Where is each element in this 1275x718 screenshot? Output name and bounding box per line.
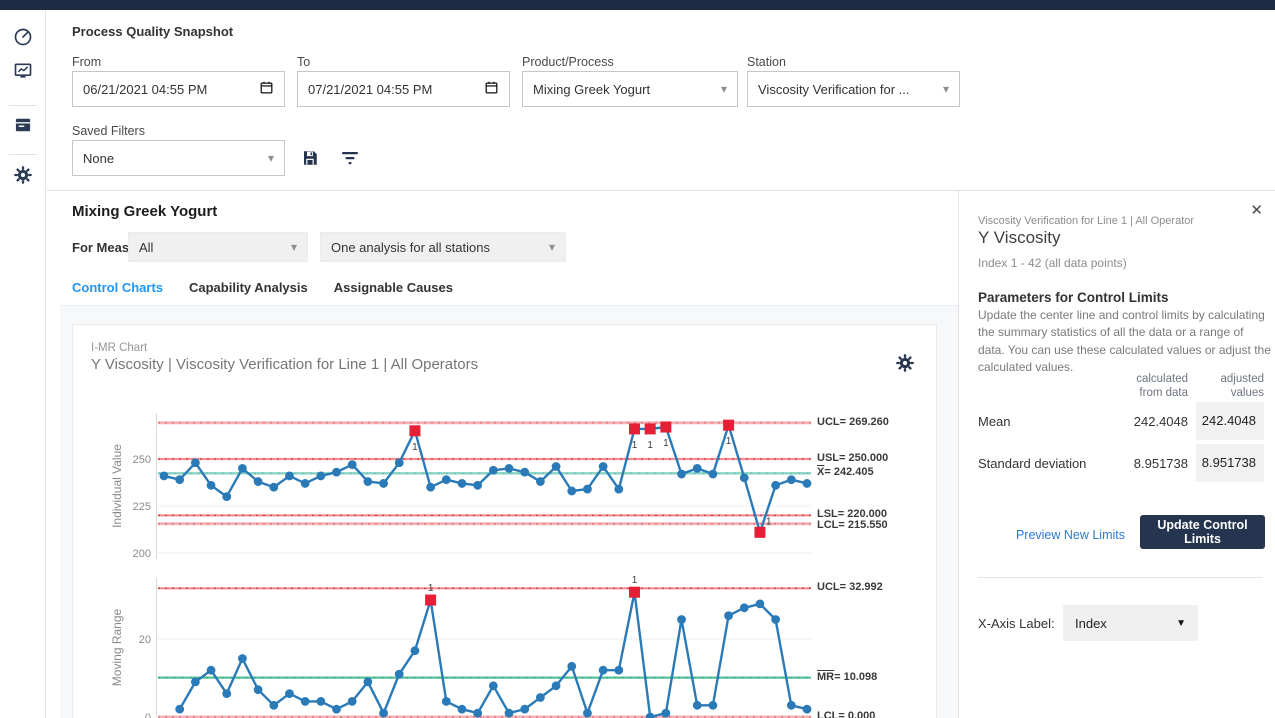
- svg-text:1: 1: [726, 436, 732, 447]
- preview-new-limits-link[interactable]: Preview New Limits: [1016, 528, 1125, 542]
- tab-assignable-causes[interactable]: Assignable Causes: [334, 280, 453, 308]
- chevron-down-icon: ▾: [268, 151, 274, 165]
- station-value: Viscosity Verification for ...: [758, 82, 943, 97]
- xaxis-select[interactable]: Index ▼: [1063, 605, 1198, 641]
- sidebar: [0, 10, 46, 718]
- xaxis-label: X-Axis Label:: [978, 616, 1055, 631]
- page-title: Process Quality Snapshot: [72, 24, 233, 39]
- sidebar-divider: [9, 154, 37, 155]
- analysis-mode-value: One analysis for all stations: [331, 240, 549, 255]
- svg-text:Moving Range: Moving Range: [110, 608, 124, 686]
- measure-value: All: [139, 240, 291, 255]
- saved-filters-label: Saved Filters: [72, 124, 145, 138]
- station-label: Station: [747, 55, 786, 69]
- svg-text:1: 1: [428, 583, 434, 594]
- column-header-calculated: calculatedfrom data: [1136, 373, 1188, 401]
- mean-row-label: Mean: [978, 414, 1011, 429]
- index-range-label: Index 1 - 42 (all data points): [978, 256, 1127, 270]
- chart-settings-gear-icon[interactable]: [895, 353, 915, 373]
- panel-breadcrumb: Viscosity Verification for Line 1 | All …: [978, 215, 1194, 227]
- svg-text:Individual Value: Individual Value: [110, 444, 124, 528]
- tab-control-charts[interactable]: Control Charts: [72, 280, 163, 308]
- top-bar: [0, 0, 1275, 10]
- chevron-down-icon: ▼: [1176, 618, 1186, 629]
- svg-text:20: 20: [139, 634, 151, 646]
- tab-bar: Control Charts Capability Analysis Assig…: [72, 280, 453, 308]
- svg-text:1: 1: [632, 440, 638, 451]
- archive-box-icon[interactable]: [13, 115, 33, 135]
- to-date-value: 07/21/2021 04:55 PM: [308, 82, 484, 97]
- svg-text:225: 225: [133, 501, 151, 513]
- from-date-value: 06/21/2021 04:55 PM: [83, 82, 259, 97]
- to-label: To: [297, 55, 310, 69]
- close-icon[interactable]: ✕: [1250, 201, 1263, 219]
- station-select[interactable]: Viscosity Verification for ... ▾: [747, 71, 960, 107]
- product-process-value: Mixing Greek Yogurt: [533, 82, 721, 97]
- panel-section-divider: [978, 577, 1262, 578]
- dashboard-gauge-icon[interactable]: [13, 27, 33, 47]
- from-label: From: [72, 55, 101, 69]
- limit-label-lcl: LCL= 215.550: [817, 519, 888, 531]
- svg-text:1: 1: [632, 575, 638, 586]
- update-control-limits-button[interactable]: Update Control Limits: [1140, 515, 1265, 549]
- analysis-mode-select[interactable]: One analysis for all stations ▾: [320, 232, 566, 262]
- process-quality-app: Process Quality Snapshot From 06/21/2021…: [0, 0, 1275, 718]
- product-process-label: Product/Process: [522, 55, 614, 69]
- imr-chart-plot: 250225200Individual Value111111200Moving…: [73, 325, 938, 718]
- xaxis-value: Index: [1075, 616, 1176, 631]
- stddev-adjusted-input[interactable]: 8.951738: [1196, 444, 1264, 482]
- svg-text:1: 1: [647, 440, 653, 451]
- svg-text:1: 1: [663, 438, 669, 449]
- mean-calculated-value: 242.4048: [1098, 414, 1188, 429]
- limit-label-ucl: UCL= 32.992: [817, 581, 883, 593]
- svg-text:250: 250: [133, 454, 151, 466]
- product-process-select[interactable]: Mixing Greek Yogurt ▾: [522, 71, 738, 107]
- chevron-down-icon: ▾: [549, 240, 555, 254]
- panel-title: Y Viscosity: [978, 228, 1061, 248]
- column-header-adjusted: adjustedvalues: [1221, 373, 1264, 401]
- filter-icon[interactable]: [341, 151, 359, 165]
- tab-capability-analysis[interactable]: Capability Analysis: [189, 280, 308, 308]
- calendar-icon[interactable]: [259, 80, 274, 98]
- stddev-row-label: Standard deviation: [978, 456, 1086, 471]
- calendar-icon[interactable]: [484, 80, 499, 98]
- chart-card: 250225200Individual Value111111200Moving…: [72, 324, 937, 718]
- svg-text:1: 1: [766, 516, 772, 527]
- limit-label-usl: USL= 250.000: [817, 452, 888, 464]
- parameters-section-title: Parameters for Control Limits: [978, 290, 1169, 305]
- sidebar-divider: [9, 105, 37, 106]
- svg-text:1: 1: [412, 442, 418, 453]
- monitor-chart-icon[interactable]: [13, 61, 33, 81]
- saved-filters-select[interactable]: None ▾: [72, 140, 285, 176]
- mean-adjusted-input[interactable]: 242.4048: [1196, 402, 1264, 440]
- chevron-down-icon: ▾: [291, 240, 297, 254]
- from-date-input[interactable]: 06/21/2021 04:55 PM: [72, 71, 285, 107]
- parameters-description: Update the center line and control limit…: [978, 307, 1272, 377]
- chevron-down-icon: ▾: [721, 82, 727, 96]
- stddev-calculated-value: 8.951738: [1098, 456, 1188, 471]
- save-filter-icon[interactable]: [301, 149, 319, 167]
- chevron-down-icon: ▾: [943, 82, 949, 96]
- chart-type-label: I-MR Chart: [91, 342, 147, 354]
- limit-label-x: X= 242.405: [817, 466, 874, 478]
- limit-label-lcl: LCL= 0.000: [817, 710, 875, 718]
- saved-filters-value: None: [83, 151, 268, 166]
- limit-label-mr: MR= 10.098: [817, 671, 877, 683]
- svg-text:200: 200: [133, 548, 151, 560]
- process-title: Mixing Greek Yogurt: [72, 203, 217, 220]
- settings-gear-icon[interactable]: [13, 165, 33, 185]
- limit-label-ucl: UCL= 269.260: [817, 416, 889, 428]
- svg-text:0: 0: [145, 712, 151, 718]
- control-limits-panel: ✕ Viscosity Verification for Line 1 | Al…: [959, 191, 1275, 718]
- chart-title: Y Viscosity | Viscosity Verification for…: [91, 356, 478, 373]
- to-date-input[interactable]: 07/21/2021 04:55 PM: [297, 71, 510, 107]
- measure-select[interactable]: All ▾: [128, 232, 308, 262]
